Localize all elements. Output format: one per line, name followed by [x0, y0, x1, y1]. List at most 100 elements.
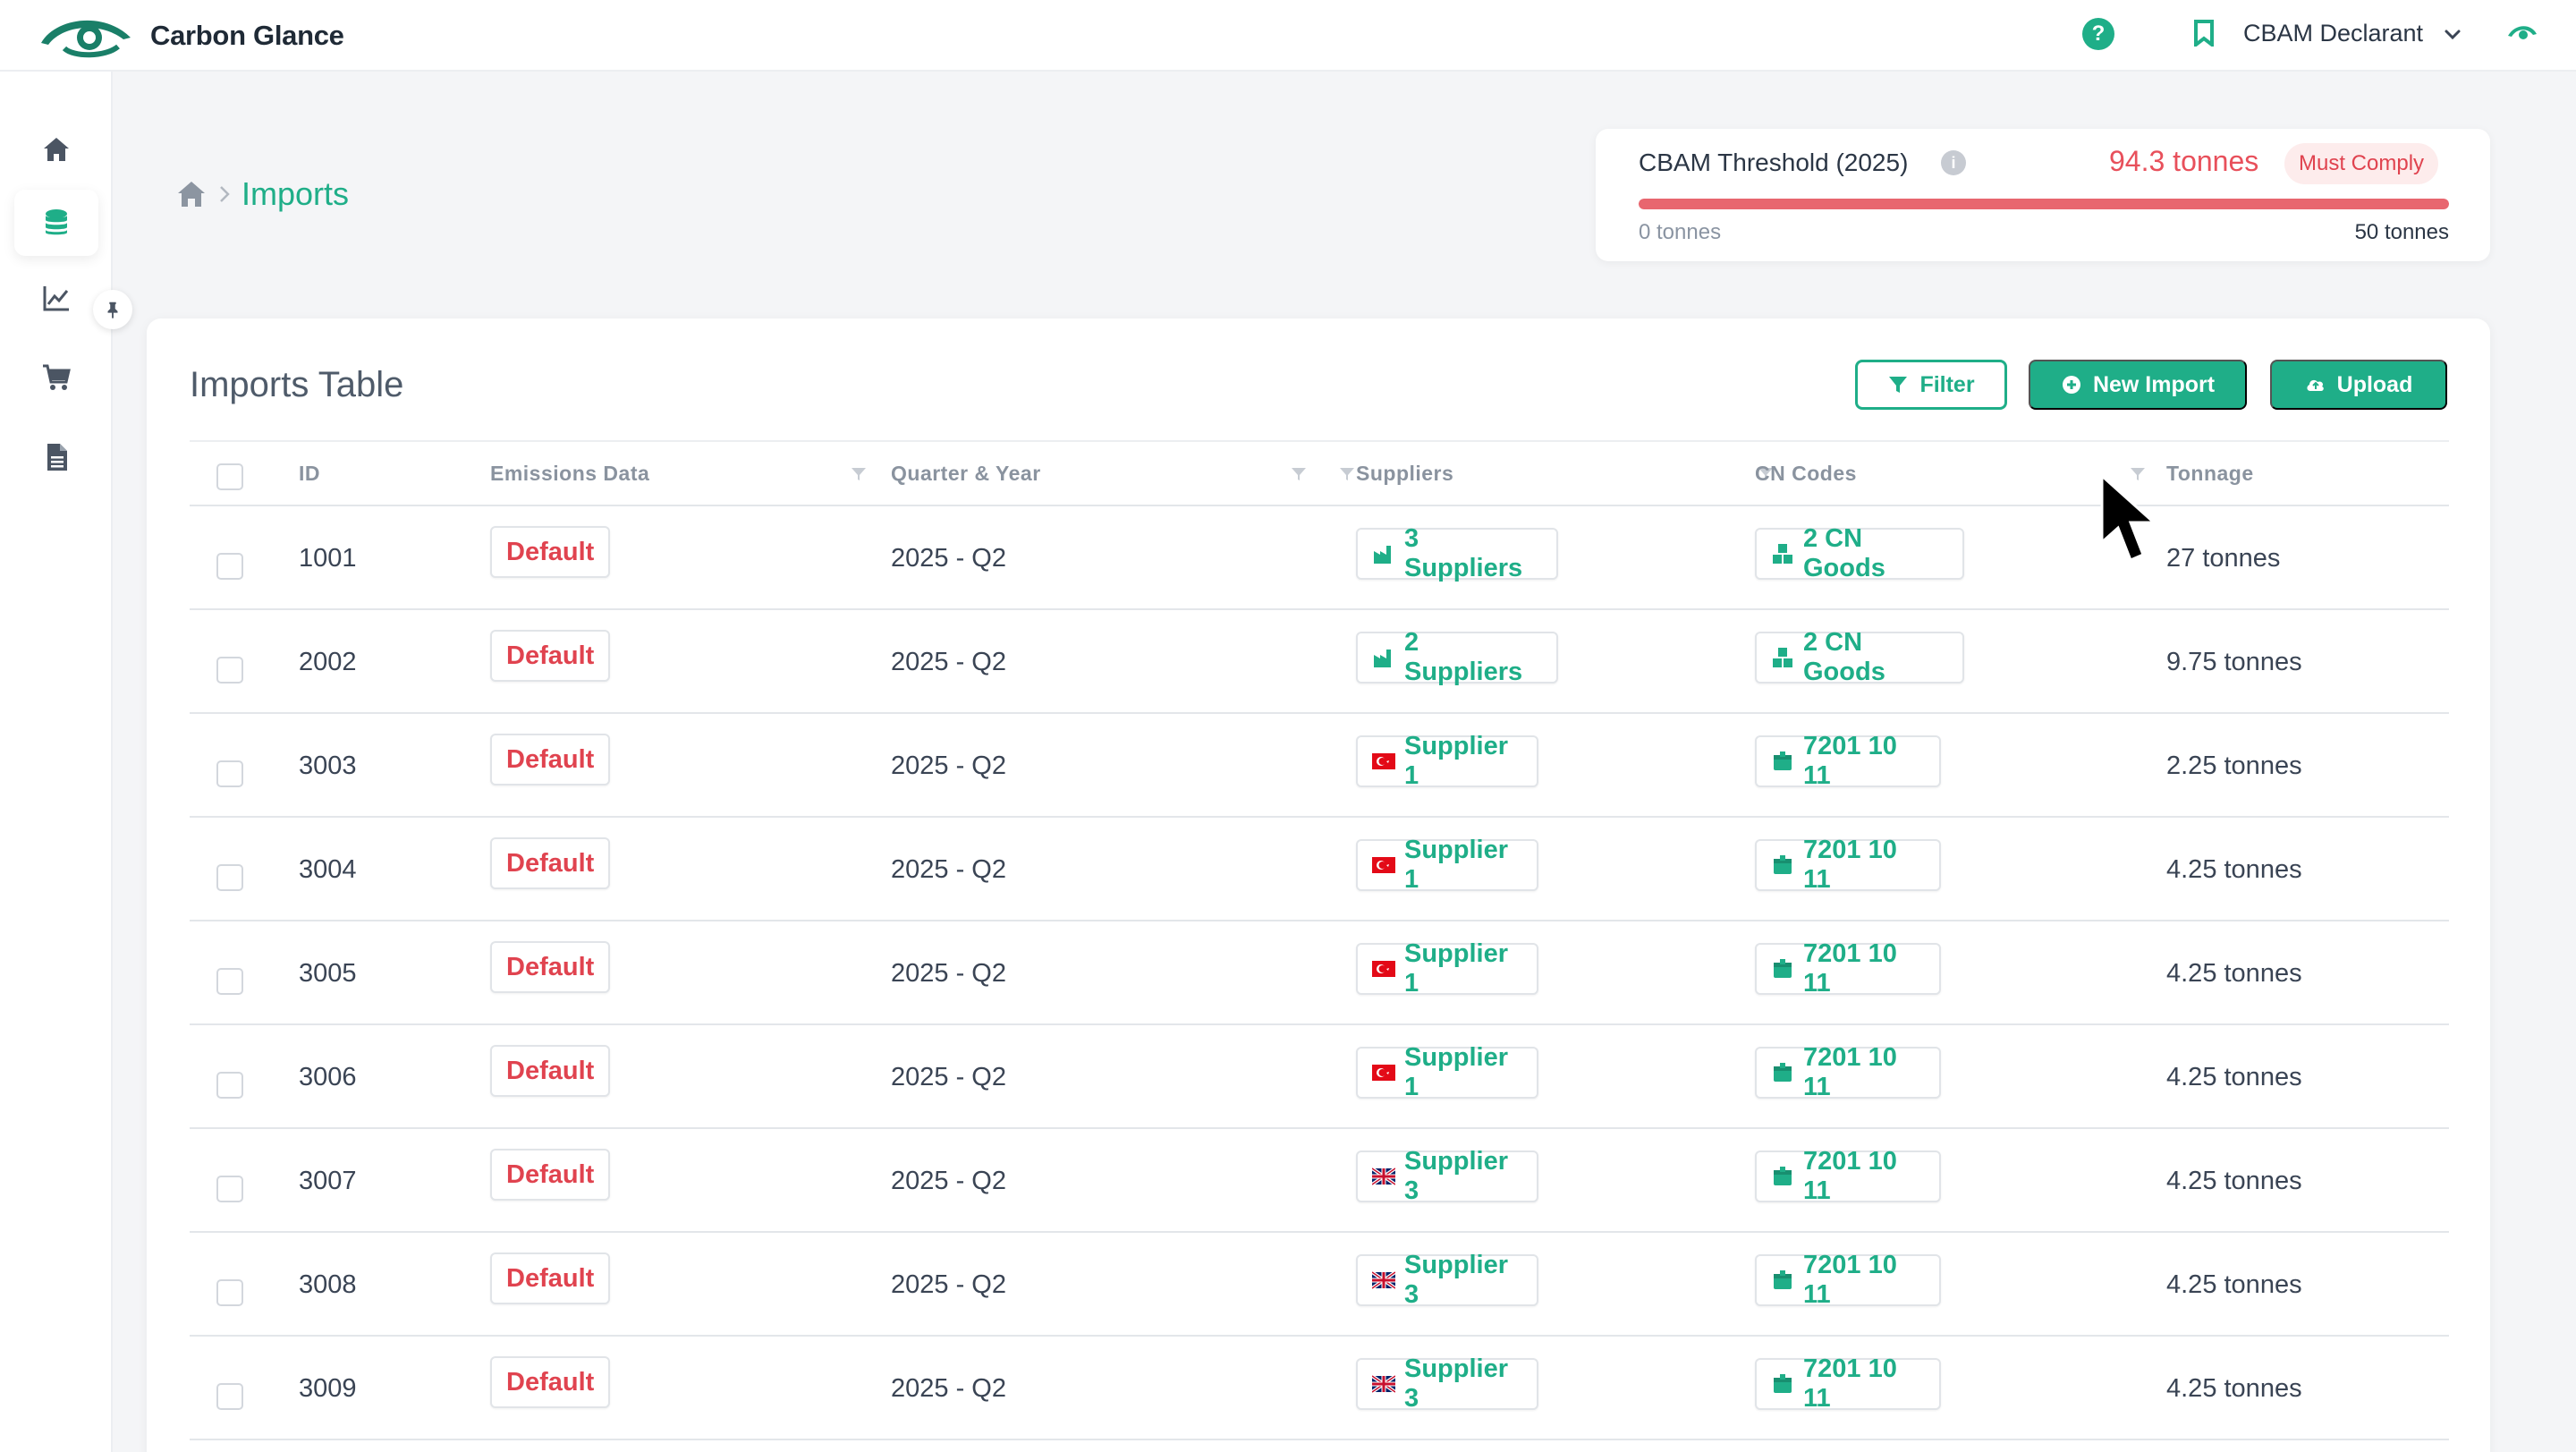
row-quarter: 2025 - Q2 [891, 648, 1006, 676]
sidebar-item-home[interactable] [14, 116, 98, 183]
table-row[interactable]: 2002 Default 2025 - Q2 2 Suppliers 2 CN Good… [190, 610, 2449, 714]
emissions-data-tag[interactable]: Default [490, 1252, 611, 1304]
column-header-quarter[interactable]: Quarter & Year [891, 462, 1041, 486]
suppliers-tag[interactable]: Supplier 1 [1356, 939, 1538, 998]
box-icon [1774, 855, 1792, 874]
sidebar-item-goods[interactable] [14, 344, 98, 410]
emissions-data-tag[interactable]: Default [490, 526, 611, 578]
sidebar-item-analytics[interactable] [14, 265, 98, 331]
new-import-button[interactable]: New Import [2029, 360, 2247, 410]
suppliers-label: 3 Suppliers [1404, 524, 1523, 582]
boxes-icon [1773, 544, 1792, 564]
pin-icon [107, 301, 118, 319]
emissions-data-tag[interactable]: Default [490, 630, 611, 682]
top-bar: Carbon Glance ? CBAM Declarant [0, 0, 2576, 72]
sidebar-item-imports[interactable] [14, 190, 98, 256]
row-quarter: 2025 - Q2 [891, 544, 1006, 573]
cn-codes-tag[interactable]: 7201 10 11 [1755, 1251, 1941, 1309]
column-header-suppliers[interactable]: Suppliers [1356, 462, 1453, 486]
new-import-button-label: New Import [2092, 371, 2216, 397]
emissions-data-tag[interactable]: Default [490, 1149, 611, 1201]
sidebar [0, 72, 132, 1452]
suppliers-label: Supplier 1 [1404, 1043, 1509, 1101]
sidebar-item-reports[interactable] [14, 424, 98, 490]
cn-codes-tag[interactable]: 7201 10 11 [1755, 836, 1941, 894]
cn-codes-tag[interactable]: 7201 10 11 [1755, 1043, 1941, 1101]
row-checkbox[interactable] [216, 1176, 243, 1202]
column-filter-icon[interactable] [850, 465, 868, 483]
row-checkbox[interactable] [216, 968, 243, 995]
emissions-data-label: Default [506, 1263, 595, 1293]
column-header-cn-codes[interactable]: CN Codes [1755, 462, 1857, 486]
table-row[interactable]: 3005 Default 2025 - Q2 Supplier 1 7201 10 11… [190, 921, 2449, 1025]
cn-codes-label: 7201 10 11 [1803, 1251, 1897, 1309]
org-selector-label[interactable]: CBAM Declarant [2243, 20, 2423, 47]
box-icon [1774, 959, 1792, 978]
database-icon [46, 209, 67, 235]
turkey-flag-icon [1372, 753, 1395, 769]
cn-codes-label: 7201 10 11 [1803, 1043, 1897, 1101]
column-filter-icon[interactable] [1338, 465, 1356, 483]
document-icon [47, 444, 67, 471]
row-checkbox[interactable] [216, 1279, 243, 1306]
pin-sidebar-button[interactable] [93, 290, 132, 329]
info-icon[interactable]: i [1941, 150, 1966, 175]
table-row[interactable]: 3009 Default 2025 - Q2 Supplier 3 7201 10 11… [190, 1337, 2449, 1440]
emissions-data-label: Default [506, 537, 595, 566]
uk-flag-icon [1372, 1374, 1395, 1394]
row-checkbox[interactable] [216, 553, 243, 580]
filter-button[interactable]: Filter [1855, 360, 2007, 410]
suppliers-tag[interactable]: 2 Suppliers [1356, 628, 1558, 686]
emissions-data-label: Default [506, 1056, 595, 1085]
cn-codes-tag[interactable]: 7201 10 11 [1755, 939, 1941, 998]
cn-codes-tag[interactable]: 2 CN Goods [1755, 524, 1964, 582]
row-checkbox[interactable] [216, 657, 243, 684]
emissions-data-label: Default [506, 1367, 595, 1397]
suppliers-tag[interactable]: 3 Suppliers [1356, 524, 1558, 582]
column-header-emissions[interactable]: Emissions Data [490, 462, 649, 486]
chevron-right-icon [220, 186, 230, 202]
question-icon[interactable]: ? [2082, 18, 2114, 50]
suppliers-tag[interactable]: Supplier 3 [1356, 1354, 1538, 1413]
suppliers-tag[interactable]: Supplier 3 [1356, 1147, 1538, 1205]
row-checkbox[interactable] [216, 760, 243, 787]
row-checkbox[interactable] [216, 864, 243, 891]
column-filter-icon[interactable] [1290, 465, 1308, 483]
cn-codes-label: 7201 10 11 [1803, 836, 1897, 894]
carbon-glance-logo-icon[interactable] [38, 13, 134, 59]
suppliers-tag[interactable]: Supplier 1 [1356, 732, 1538, 790]
emissions-data-tag[interactable]: Default [490, 1045, 611, 1097]
table-row[interactable]: 3004 Default 2025 - Q2 Supplier 1 7201 10 11… [190, 818, 2449, 921]
home-icon[interactable] [175, 179, 208, 209]
suppliers-tag[interactable]: Supplier 1 [1356, 836, 1538, 894]
suppliers-label: Supplier 1 [1404, 939, 1509, 998]
filter-icon [1889, 377, 1908, 393]
column-header-id[interactable]: ID [299, 462, 320, 486]
chevron-down-icon[interactable] [2442, 23, 2463, 45]
suppliers-tag[interactable]: Supplier 3 [1356, 1251, 1538, 1309]
row-checkbox[interactable] [216, 1383, 243, 1410]
box-icon [1774, 1167, 1792, 1185]
box-icon [1774, 1270, 1792, 1289]
cn-codes-tag[interactable]: 7201 10 11 [1755, 732, 1941, 790]
table-row[interactable]: 3003 Default 2025 - Q2 Supplier 1 7201 10 11… [190, 714, 2449, 818]
emissions-data-tag[interactable]: Default [490, 837, 611, 889]
row-checkbox[interactable] [216, 1072, 243, 1099]
bookmark-icon [2194, 20, 2214, 47]
select-all-checkbox[interactable] [216, 463, 243, 490]
row-tonnage: 4.25 tonnes [2166, 1167, 2302, 1195]
table-row[interactable]: 3007 Default 2025 - Q2 Supplier 3 7201 10 11… [190, 1129, 2449, 1233]
cn-codes-tag[interactable]: 7201 10 11 [1755, 1147, 1941, 1205]
table-row[interactable]: 3006 Default 2025 - Q2 Supplier 1 7201 10 11… [190, 1025, 2449, 1129]
emissions-data-tag[interactable]: Default [490, 734, 611, 785]
emissions-data-tag[interactable]: Default [490, 941, 611, 993]
cn-codes-tag[interactable]: 7201 10 11 [1755, 1354, 1941, 1413]
cn-codes-label: 7201 10 11 [1803, 1354, 1897, 1413]
emissions-data-tag[interactable]: Default [490, 1356, 611, 1408]
suppliers-tag[interactable]: Supplier 1 [1356, 1043, 1538, 1101]
column-header-tonnage[interactable]: Tonnage [2166, 462, 2254, 486]
cn-codes-tag[interactable]: 2 CN Goods [1755, 628, 1964, 686]
eye-logo-icon[interactable] [2506, 21, 2538, 45]
table-row[interactable]: 3008 Default 2025 - Q2 Supplier 3 7201 10 11… [190, 1233, 2449, 1337]
upload-button[interactable]: Upload [2270, 360, 2447, 410]
